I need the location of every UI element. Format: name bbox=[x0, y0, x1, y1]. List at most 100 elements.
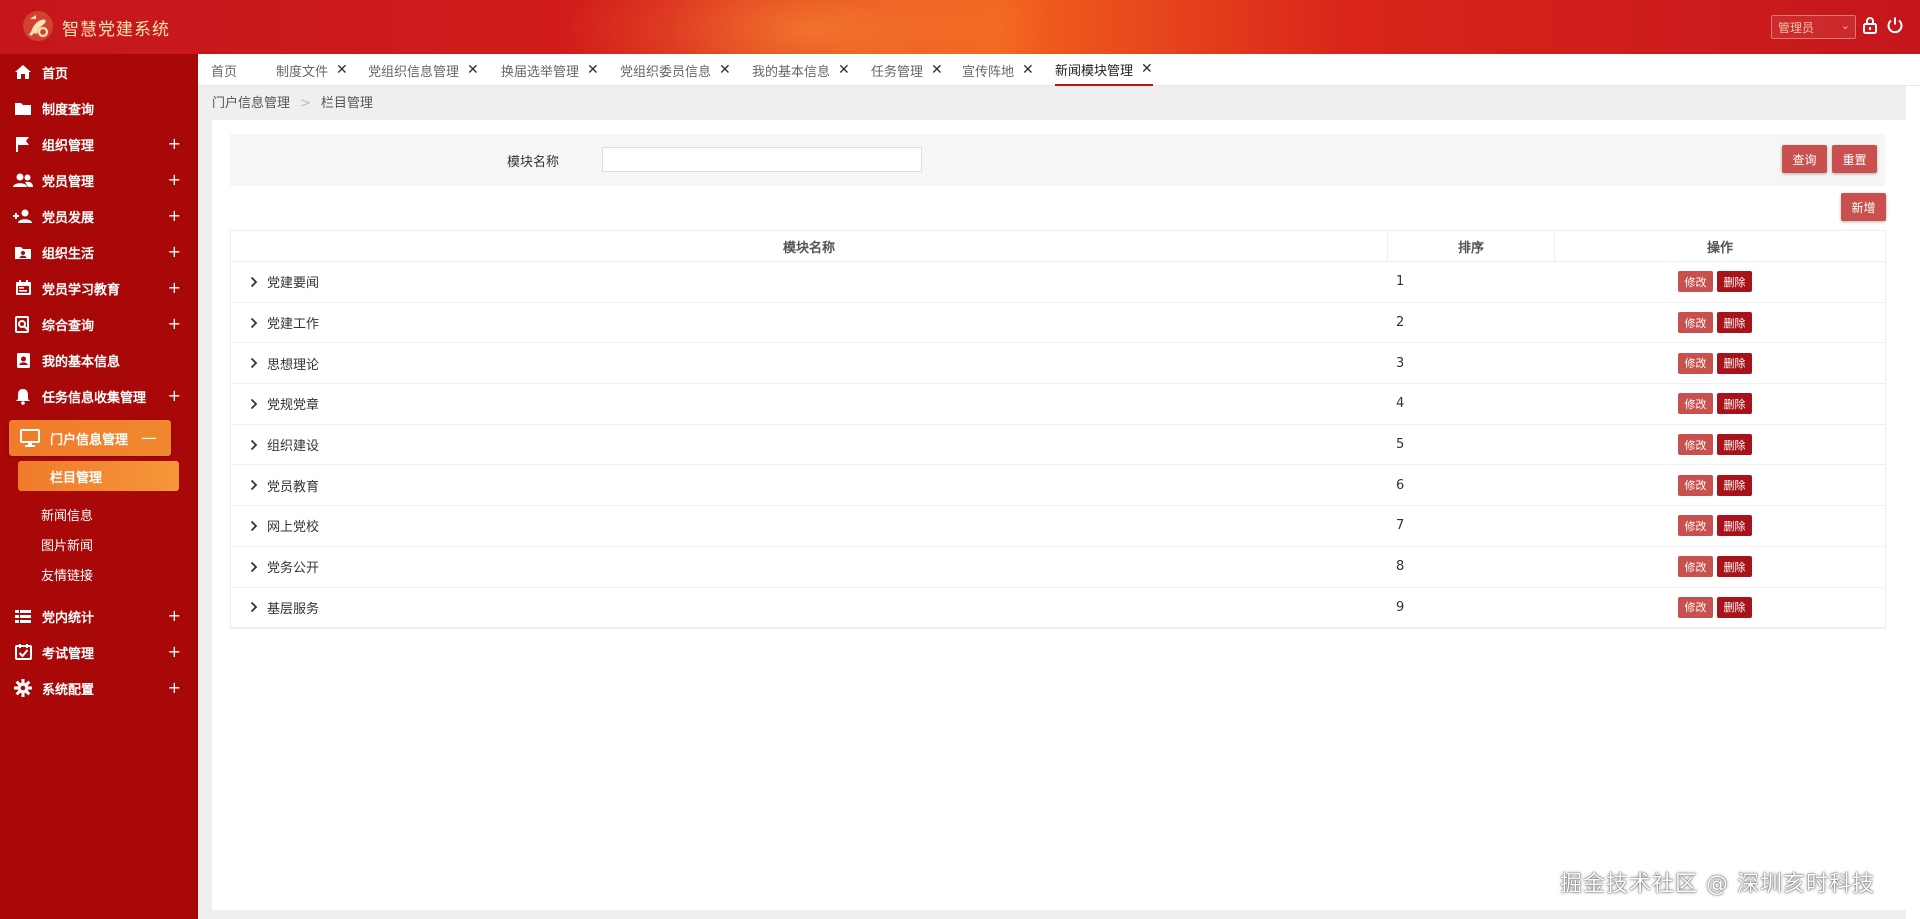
sidebar-subitem-news[interactable]: 新闻信息 bbox=[0, 499, 198, 529]
delete-button[interactable]: 删除 bbox=[1717, 434, 1752, 456]
edit-button[interactable]: 修改 bbox=[1678, 556, 1713, 578]
role-select[interactable]: 管理员 ⌄ bbox=[1771, 15, 1856, 39]
edit-button[interactable]: 修改 bbox=[1678, 393, 1713, 415]
expand-plus-icon: + bbox=[167, 386, 181, 405]
breadcrumb-parent[interactable]: 门户信息管理 bbox=[212, 96, 290, 111]
row-name: 党规党章 bbox=[267, 398, 320, 414]
row-actions: 修改 删除 bbox=[1555, 352, 1885, 374]
close-icon[interactable]: ✕ bbox=[931, 62, 943, 78]
sidebar-item-b1[interactable]: 考试管理 + bbox=[0, 634, 198, 670]
chevron-right-icon[interactable] bbox=[249, 398, 259, 410]
tab-3[interactable]: 换届选举管理 ✕ bbox=[501, 54, 599, 86]
tab-6[interactable]: 任务管理 ✕ bbox=[871, 54, 943, 86]
tab-label: 我的基本信息 bbox=[752, 64, 831, 80]
delete-button[interactable]: 删除 bbox=[1717, 515, 1752, 537]
sidebar-item-1[interactable]: 制度查询 bbox=[0, 90, 198, 126]
chevron-right-icon[interactable] bbox=[249, 357, 259, 369]
sidebar-item-b0[interactable]: 党内统计 + bbox=[0, 598, 198, 634]
tab-1[interactable]: 制度文件 ✕ bbox=[276, 54, 348, 86]
module-table: 模块名称 排序 操作 党建要闻 1 修改 删除 党建工作 2 修改 删除 思想理论 3 修改 删除 党规… bbox=[230, 230, 1886, 630]
sidebar-item-label: 制度查询 bbox=[42, 102, 95, 118]
row-name: 网上党校 bbox=[267, 520, 320, 536]
close-icon[interactable]: ✕ bbox=[1022, 62, 1034, 78]
delete-button[interactable]: 删除 bbox=[1717, 393, 1752, 415]
delete-button[interactable]: 删除 bbox=[1717, 271, 1752, 293]
tab-5[interactable]: 我的基本信息 ✕ bbox=[752, 54, 850, 86]
column-header-order: 排序 bbox=[1388, 231, 1555, 261]
row-name-cell: 网上党校 bbox=[231, 516, 1388, 535]
breadcrumb-current: 栏目管理 bbox=[320, 96, 373, 111]
add-button[interactable]: 新增 bbox=[1841, 193, 1886, 221]
delete-button[interactable]: 删除 bbox=[1717, 312, 1752, 334]
tab-4[interactable]: 党组织委员信息 ✕ bbox=[620, 54, 731, 86]
sidebar-item-label: 我的基本信息 bbox=[42, 354, 121, 370]
sidebar-subitem-column-management[interactable]: 栏目管理 bbox=[18, 461, 179, 491]
delete-button[interactable]: 删除 bbox=[1717, 352, 1752, 374]
edit-button[interactable]: 修改 bbox=[1678, 352, 1713, 374]
row-actions: 修改 删除 bbox=[1555, 271, 1885, 293]
sidebar-subitem-photo-news[interactable]: 图片新闻 bbox=[0, 529, 198, 559]
edit-button[interactable]: 修改 bbox=[1678, 271, 1713, 293]
edit-button[interactable]: 修改 bbox=[1678, 312, 1713, 334]
sidebar-item-label: 任务信息收集管理 bbox=[42, 390, 147, 406]
sidebar-item-2[interactable]: 组织管理 + bbox=[0, 126, 198, 162]
tab-8[interactable]: 新闻模块管理 ✕ bbox=[1055, 54, 1153, 86]
sidebar-item-7[interactable]: 综合查询 + bbox=[0, 306, 198, 342]
reset-button[interactable]: 重置 bbox=[1832, 145, 1877, 173]
row-actions: 修改 删除 bbox=[1555, 393, 1885, 415]
chevron-down-icon: ⌄ bbox=[1840, 19, 1850, 32]
delete-button[interactable]: 删除 bbox=[1717, 596, 1752, 618]
search-doc-icon bbox=[13, 315, 33, 333]
lock-icon[interactable] bbox=[1862, 16, 1878, 34]
sidebar-item-3[interactable]: 党员管理 + bbox=[0, 162, 198, 198]
row-name-cell: 基层服务 bbox=[231, 598, 1388, 617]
sidebar-item-6[interactable]: 党员学习教育 + bbox=[0, 270, 198, 306]
chevron-right-icon[interactable] bbox=[249, 479, 259, 491]
sidebar-item-0[interactable]: 首页 bbox=[0, 54, 198, 90]
edit-button[interactable]: 修改 bbox=[1678, 434, 1713, 456]
chevron-right-icon[interactable] bbox=[249, 601, 259, 613]
row-order: 5 bbox=[1396, 437, 1405, 453]
query-button[interactable]: 查询 bbox=[1782, 145, 1827, 173]
row-name: 党建工作 bbox=[267, 317, 320, 333]
table-row: 党务公开 8 修改 删除 bbox=[231, 547, 1885, 588]
close-icon[interactable]: ✕ bbox=[467, 62, 479, 78]
sidebar-item-5[interactable]: 组织生活 + bbox=[0, 234, 198, 270]
edit-button[interactable]: 修改 bbox=[1678, 515, 1713, 537]
chevron-right-icon[interactable] bbox=[249, 439, 259, 451]
row-order: 8 bbox=[1396, 559, 1405, 575]
row-name-cell: 党员教育 bbox=[231, 476, 1388, 495]
table-row: 思想理论 3 修改 删除 bbox=[231, 343, 1885, 385]
sidebar-item-b2[interactable]: 系统配置 + bbox=[0, 670, 198, 706]
chevron-right-icon[interactable] bbox=[249, 317, 259, 329]
power-icon[interactable] bbox=[1886, 16, 1904, 34]
sidebar-item-8[interactable]: 我的基本信息 bbox=[0, 342, 198, 378]
chevron-right-icon[interactable] bbox=[249, 561, 259, 573]
edit-button[interactable]: 修改 bbox=[1678, 596, 1713, 618]
row-name: 组织建设 bbox=[267, 439, 320, 455]
sidebar-subitem-friend-links[interactable]: 友情链接 bbox=[0, 559, 198, 589]
sidebar-item-9[interactable]: 任务信息收集管理 + bbox=[0, 378, 198, 414]
close-icon[interactable]: ✕ bbox=[587, 62, 599, 78]
party-emblem-icon bbox=[23, 11, 53, 41]
close-icon[interactable]: ✕ bbox=[719, 62, 731, 78]
close-icon[interactable]: ✕ bbox=[838, 62, 850, 78]
tab-0[interactable]: 首页 bbox=[211, 54, 237, 86]
chevron-right-icon[interactable] bbox=[249, 520, 259, 532]
module-name-input[interactable] bbox=[602, 147, 922, 172]
edit-button[interactable]: 修改 bbox=[1678, 474, 1713, 496]
delete-button[interactable]: 删除 bbox=[1717, 474, 1752, 496]
delete-button[interactable]: 删除 bbox=[1717, 556, 1752, 578]
sidebar-item-label: 门户信息管理 bbox=[50, 432, 129, 448]
tab-7[interactable]: 宣传阵地 ✕ bbox=[962, 54, 1034, 86]
close-icon[interactable]: ✕ bbox=[336, 62, 348, 78]
folder-user-icon bbox=[13, 243, 33, 261]
header-glow bbox=[560, 0, 1060, 54]
flag-icon bbox=[13, 135, 33, 153]
close-icon[interactable]: ✕ bbox=[1141, 61, 1153, 77]
chevron-right-icon[interactable] bbox=[249, 276, 259, 288]
sidebar-item-portal-management[interactable]: 门户信息管理 — bbox=[9, 420, 171, 456]
sidebar-item-label: 党员发展 bbox=[42, 210, 95, 226]
tab-2[interactable]: 党组织信息管理 ✕ bbox=[368, 54, 479, 86]
sidebar-item-4[interactable]: 党员发展 + bbox=[0, 198, 198, 234]
